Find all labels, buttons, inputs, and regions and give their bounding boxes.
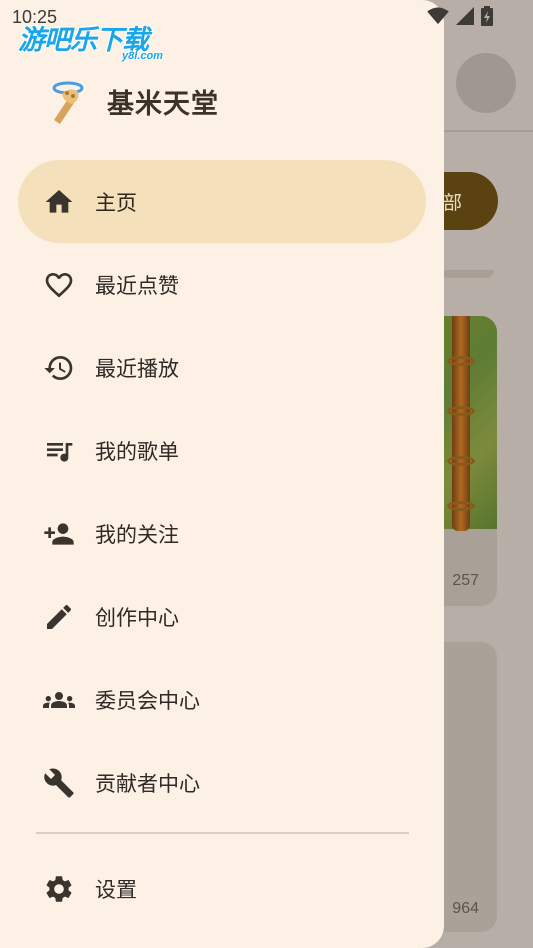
group-icon [42, 683, 76, 717]
gear-icon [42, 872, 76, 906]
app-name: 基米天堂 [107, 88, 219, 120]
nav-item-label: 最近播放 [95, 356, 179, 381]
nav-item-label: 我的关注 [95, 522, 179, 547]
watermark-logo: 游吧乐下载 y8l.com [18, 18, 163, 62]
wrench-icon [42, 766, 76, 800]
drawer-divider [36, 832, 409, 834]
nav-item-committee-center[interactable]: 委员会中心 [18, 658, 426, 741]
drawer-header: 基米天堂 [40, 76, 219, 126]
person-add-icon [42, 517, 76, 551]
avatar[interactable] [456, 53, 516, 113]
wifi-icon [427, 7, 449, 25]
pencil-icon [42, 600, 76, 634]
nav-item-settings[interactable]: 设置 [18, 847, 426, 930]
battery-icon [481, 6, 493, 26]
heart-outline-icon [42, 268, 76, 302]
status-icons [427, 6, 493, 26]
watermark-sub: y8l.com [122, 50, 163, 62]
filter-chip-label: 部 [442, 191, 462, 214]
nav-item-label: 主页 [95, 190, 137, 215]
home-icon [42, 185, 76, 219]
section-divider [440, 270, 494, 278]
nav-item-recent-plays[interactable]: 最近播放 [18, 326, 426, 409]
nav-item-label: 最近点赞 [95, 273, 179, 298]
nav-item-label: 创作中心 [95, 605, 179, 630]
navigation-drawer: 基米天堂 主页 最近点赞 最近播放 我的歌单 我的关注 创作中心 委员会中心 贡… [0, 0, 444, 948]
nav-item-label: 委员会中心 [95, 688, 200, 713]
nav-item-label: 我的歌单 [95, 439, 179, 464]
history-icon [42, 351, 76, 385]
nav-item-my-follows[interactable]: 我的关注 [18, 492, 426, 575]
app-logo-icon [52, 81, 84, 124]
nav-item-label: 贡献者中心 [95, 771, 200, 796]
play-count: 257 [452, 572, 479, 589]
play-count: 964 [452, 900, 479, 917]
playlist-icon [42, 434, 76, 468]
nav-item-creator-center[interactable]: 创作中心 [18, 575, 426, 658]
signal-icon [456, 7, 474, 25]
nav-item-recent-likes[interactable]: 最近点赞 [18, 243, 426, 326]
nav-item-label: 设置 [95, 877, 137, 902]
nav-item-my-playlists[interactable]: 我的歌单 [18, 409, 426, 492]
nav-item-home[interactable]: 主页 [18, 160, 426, 243]
nav-item-contributor-center[interactable]: 贡献者中心 [18, 741, 426, 824]
